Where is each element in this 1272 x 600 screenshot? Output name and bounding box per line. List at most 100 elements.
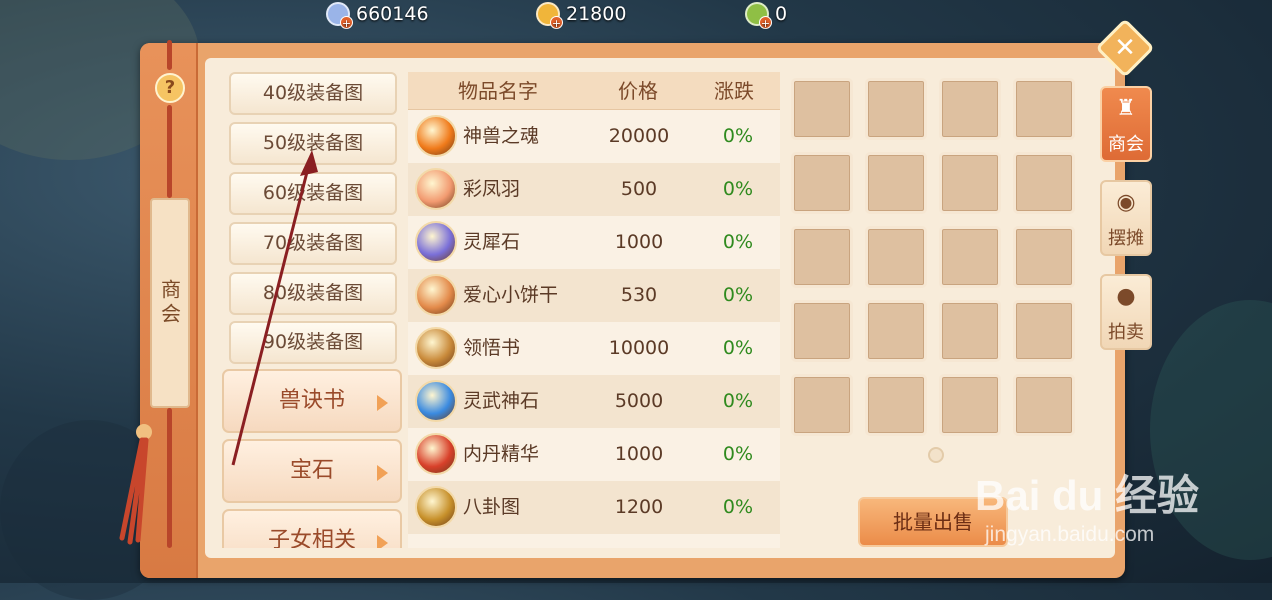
inventory-slot[interactable] bbox=[1013, 300, 1075, 362]
watermark: Bai du 经验 jingyan.baidu.com bbox=[975, 462, 1199, 547]
category-label: 宝石 bbox=[289, 458, 334, 483]
rope-top bbox=[167, 40, 172, 70]
header-item-name: 物品名字 bbox=[458, 79, 538, 103]
watermark-main: Bai du 经验 bbox=[975, 472, 1200, 519]
inventory-slot[interactable] bbox=[791, 152, 853, 214]
table-row[interactable]: 神兽之魂 20000 0% bbox=[408, 110, 780, 163]
item-change: 0% bbox=[722, 337, 754, 359]
inventory-slot[interactable] bbox=[791, 374, 853, 436]
item-name: 八卦图 bbox=[463, 496, 521, 518]
item-price: 1200 bbox=[614, 496, 664, 518]
stall-icon: ◉ bbox=[1116, 190, 1136, 215]
bagua-icon bbox=[415, 486, 457, 528]
category-80-equipment[interactable]: 80级装备图 bbox=[229, 272, 397, 315]
item-change: 0% bbox=[722, 443, 754, 465]
inventory-slot[interactable] bbox=[865, 226, 927, 288]
item-change: 0% bbox=[722, 125, 754, 147]
inventory-slot[interactable] bbox=[939, 152, 1001, 214]
item-change: 0% bbox=[722, 231, 754, 253]
inventory-slot[interactable] bbox=[865, 78, 927, 140]
inventory-slot[interactable] bbox=[791, 300, 853, 362]
category-label: 兽诀书 bbox=[278, 388, 345, 413]
header-change: 涨跌 bbox=[714, 79, 754, 103]
rope-bottom bbox=[167, 408, 172, 548]
item-price: 500 bbox=[620, 178, 658, 200]
tab-guild[interactable]: ♜ 商会 bbox=[1100, 86, 1152, 162]
watermark-sub: jingyan.baidu.com bbox=[985, 523, 1155, 546]
inventory-slot[interactable] bbox=[939, 300, 1001, 362]
divine-stone-icon bbox=[415, 380, 457, 422]
item-change: 0% bbox=[722, 178, 754, 200]
inventory-slot[interactable] bbox=[865, 152, 927, 214]
inventory-slot[interactable] bbox=[791, 226, 853, 288]
tab-auction[interactable]: ● 拍卖 bbox=[1100, 274, 1152, 350]
chevron-right-icon bbox=[377, 465, 388, 481]
gold-amount: 21800 bbox=[566, 3, 627, 25]
item-price: 1000 bbox=[614, 231, 664, 253]
inventory-slot[interactable] bbox=[791, 78, 853, 140]
rope-middle bbox=[167, 105, 172, 198]
inventory-slot[interactable] bbox=[865, 374, 927, 436]
item-price: 1000 bbox=[614, 443, 664, 465]
category-50-equipment[interactable]: 50级装备图 bbox=[229, 122, 397, 165]
add-icon[interactable]: + bbox=[550, 16, 563, 30]
tab-label: 摆摊 bbox=[1108, 228, 1144, 249]
category-70-equipment[interactable]: 70级装备图 bbox=[229, 222, 397, 265]
category-beast-books[interactable]: 兽诀书 bbox=[222, 369, 402, 433]
tab-stall[interactable]: ◉ 摆摊 bbox=[1100, 180, 1152, 256]
item-name: 内丹精华 bbox=[463, 443, 540, 465]
inventory-slot[interactable] bbox=[939, 374, 1001, 436]
silver-coin-icon: + bbox=[326, 2, 353, 30]
item-price: 10000 bbox=[608, 337, 670, 359]
tab-label: 拍卖 bbox=[1108, 322, 1144, 343]
gold-coin-icon: + bbox=[536, 2, 563, 30]
inventory-slot[interactable] bbox=[1013, 374, 1075, 436]
heart-cookie-icon bbox=[415, 274, 457, 316]
elixir-icon bbox=[415, 433, 457, 475]
table-row[interactable] bbox=[408, 534, 780, 548]
inventory-slot[interactable] bbox=[1013, 78, 1075, 140]
jade-currency[interactable]: + 0 bbox=[745, 2, 787, 30]
category-label: 子女相关 bbox=[267, 528, 356, 548]
item-name: 彩凤羽 bbox=[463, 178, 521, 200]
add-icon[interactable]: + bbox=[340, 16, 353, 30]
inventory-slot[interactable] bbox=[1013, 152, 1075, 214]
gold-currency[interactable]: + 21800 bbox=[536, 2, 627, 30]
side-title: 商会 bbox=[150, 198, 190, 408]
table-row[interactable]: 八卦图 1200 0% bbox=[408, 481, 780, 534]
phoenix-feather-icon bbox=[415, 168, 457, 210]
table-row[interactable]: 爱心小饼干 530 0% bbox=[408, 269, 780, 322]
item-name: 神兽之魂 bbox=[463, 125, 540, 147]
table-row[interactable]: 灵武神石 5000 0% bbox=[408, 375, 780, 428]
category-list[interactable]: 40级装备图 50级装备图 60级装备图 70级装备图 80级装备图 90级装备… bbox=[220, 72, 407, 548]
close-icon: ✕ bbox=[1114, 33, 1136, 63]
category-60-equipment[interactable]: 60级装备图 bbox=[229, 172, 397, 215]
beast-soul-icon bbox=[415, 115, 457, 157]
item-name: 灵武神石 bbox=[463, 390, 540, 412]
item-name: 灵犀石 bbox=[463, 231, 521, 253]
insight-book-icon bbox=[415, 327, 457, 369]
chevron-right-icon bbox=[377, 535, 388, 548]
page-indicator bbox=[928, 447, 944, 463]
category-90-equipment[interactable]: 90级装备图 bbox=[229, 321, 397, 364]
inventory-slot[interactable] bbox=[1013, 226, 1075, 288]
table-row[interactable]: 彩凤羽 500 0% bbox=[408, 163, 780, 216]
table-row[interactable]: 灵犀石 1000 0% bbox=[408, 216, 780, 269]
item-change: 0% bbox=[722, 496, 754, 518]
item-change: 0% bbox=[722, 284, 754, 306]
add-icon[interactable]: + bbox=[759, 16, 772, 30]
table-row[interactable]: 内丹精华 1000 0% bbox=[408, 428, 780, 481]
inventory-slot[interactable] bbox=[939, 78, 1001, 140]
item-change: 0% bbox=[722, 390, 754, 412]
inventory-slot[interactable] bbox=[939, 226, 1001, 288]
table-row[interactable]: 领悟书 10000 0% bbox=[408, 322, 780, 375]
category-gems[interactable]: 宝石 bbox=[222, 439, 402, 503]
help-icon[interactable]: ? bbox=[155, 73, 185, 103]
category-children[interactable]: 子女相关 bbox=[222, 509, 402, 548]
item-name: 领悟书 bbox=[463, 337, 521, 359]
category-40-equipment[interactable]: 40级装备图 bbox=[229, 72, 397, 115]
jade-coin-icon: + bbox=[745, 2, 772, 30]
inventory-slot[interactable] bbox=[865, 300, 927, 362]
silver-amount: 660146 bbox=[356, 3, 429, 25]
silver-currency[interactable]: + 660146 bbox=[326, 2, 429, 30]
